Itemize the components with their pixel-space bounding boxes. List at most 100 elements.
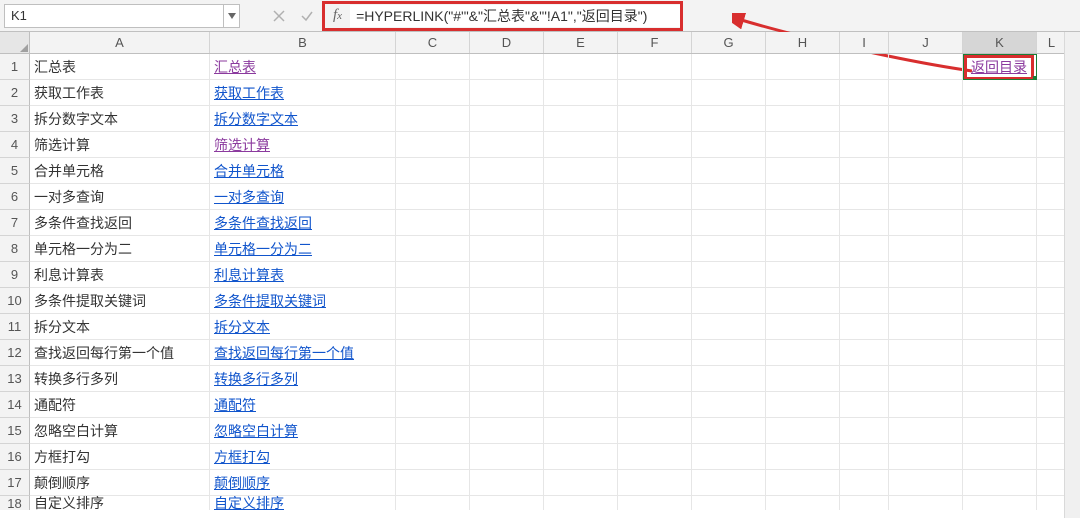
hyperlink[interactable]: 利息计算表 bbox=[214, 265, 284, 285]
cell-H6[interactable] bbox=[766, 184, 840, 210]
cell-G3[interactable] bbox=[692, 106, 766, 132]
cell-J10[interactable] bbox=[889, 288, 963, 314]
cell-C8[interactable] bbox=[396, 236, 470, 262]
cell-E15[interactable] bbox=[544, 418, 618, 444]
cell-I6[interactable] bbox=[840, 184, 889, 210]
cell-B13[interactable]: 转换多行多列 bbox=[210, 366, 396, 392]
cell-J2[interactable] bbox=[889, 80, 963, 106]
cell-D18[interactable] bbox=[470, 496, 544, 510]
cell-H1[interactable] bbox=[766, 54, 840, 80]
cell-I17[interactable] bbox=[840, 470, 889, 496]
cell-B18[interactable]: 自定义排序 bbox=[210, 496, 396, 510]
cell-K13[interactable] bbox=[963, 366, 1037, 392]
cell-C6[interactable] bbox=[396, 184, 470, 210]
cell-J15[interactable] bbox=[889, 418, 963, 444]
hyperlink[interactable]: 多条件查找返回 bbox=[214, 213, 312, 233]
formula-input[interactable] bbox=[350, 5, 680, 27]
hyperlink[interactable]: 单元格一分为二 bbox=[214, 239, 312, 259]
cell-J5[interactable] bbox=[889, 158, 963, 184]
column-header-A[interactable]: A bbox=[30, 32, 210, 53]
cell-D2[interactable] bbox=[470, 80, 544, 106]
hyperlink[interactable]: 颠倒顺序 bbox=[214, 473, 270, 493]
cell-D13[interactable] bbox=[470, 366, 544, 392]
column-header-I[interactable]: I bbox=[840, 32, 889, 53]
cell-D6[interactable] bbox=[470, 184, 544, 210]
cell-D10[interactable] bbox=[470, 288, 544, 314]
cell-B10[interactable]: 多条件提取关键词 bbox=[210, 288, 396, 314]
cell-A12[interactable]: 查找返回每行第一个值 bbox=[30, 340, 210, 366]
row-header-15[interactable]: 15 bbox=[0, 418, 30, 444]
cell-H11[interactable] bbox=[766, 314, 840, 340]
cell-B4[interactable]: 筛选计算 bbox=[210, 132, 396, 158]
cell-H7[interactable] bbox=[766, 210, 840, 236]
cell-F16[interactable] bbox=[618, 444, 692, 470]
cell-K11[interactable] bbox=[963, 314, 1037, 340]
cell-L1[interactable] bbox=[1037, 54, 1067, 80]
row-header-1[interactable]: 1 bbox=[0, 54, 30, 80]
cell-E8[interactable] bbox=[544, 236, 618, 262]
cell-B2[interactable]: 获取工作表 bbox=[210, 80, 396, 106]
cell-E5[interactable] bbox=[544, 158, 618, 184]
column-header-F[interactable]: F bbox=[618, 32, 692, 53]
row-header-12[interactable]: 12 bbox=[0, 340, 30, 366]
cell-C5[interactable] bbox=[396, 158, 470, 184]
cell-B11[interactable]: 拆分文本 bbox=[210, 314, 396, 340]
cell-I1[interactable] bbox=[840, 54, 889, 80]
cell-C10[interactable] bbox=[396, 288, 470, 314]
hyperlink[interactable]: 方框打勾 bbox=[214, 447, 270, 467]
cell-K12[interactable] bbox=[963, 340, 1037, 366]
cell-F18[interactable] bbox=[618, 496, 692, 510]
cell-G4[interactable] bbox=[692, 132, 766, 158]
row-header-18[interactable]: 18 bbox=[0, 496, 30, 510]
cell-A14[interactable]: 通配符 bbox=[30, 392, 210, 418]
cell-L9[interactable] bbox=[1037, 262, 1067, 288]
cell-H10[interactable] bbox=[766, 288, 840, 314]
row-header-13[interactable]: 13 bbox=[0, 366, 30, 392]
column-header-J[interactable]: J bbox=[889, 32, 963, 53]
hyperlink[interactable]: 通配符 bbox=[214, 395, 256, 415]
cell-J18[interactable] bbox=[889, 496, 963, 510]
cell-G6[interactable] bbox=[692, 184, 766, 210]
cell-C7[interactable] bbox=[396, 210, 470, 236]
hyperlink[interactable]: 一对多查询 bbox=[214, 187, 284, 207]
cell-I4[interactable] bbox=[840, 132, 889, 158]
hyperlink[interactable]: 获取工作表 bbox=[214, 83, 284, 103]
cell-G17[interactable] bbox=[692, 470, 766, 496]
cell-K4[interactable] bbox=[963, 132, 1037, 158]
cell-E7[interactable] bbox=[544, 210, 618, 236]
cell-K15[interactable] bbox=[963, 418, 1037, 444]
cell-F5[interactable] bbox=[618, 158, 692, 184]
column-header-G[interactable]: G bbox=[692, 32, 766, 53]
cell-B3[interactable]: 拆分数字文本 bbox=[210, 106, 396, 132]
cell-I11[interactable] bbox=[840, 314, 889, 340]
cell-I13[interactable] bbox=[840, 366, 889, 392]
cell-C1[interactable] bbox=[396, 54, 470, 80]
cell-B5[interactable]: 合并单元格 bbox=[210, 158, 396, 184]
cell-G12[interactable] bbox=[692, 340, 766, 366]
cell-K1[interactable]: 返回目录 bbox=[963, 54, 1037, 80]
cell-H17[interactable] bbox=[766, 470, 840, 496]
cell-L10[interactable] bbox=[1037, 288, 1067, 314]
cell-B15[interactable]: 忽略空白计算 bbox=[210, 418, 396, 444]
cell-K2[interactable] bbox=[963, 80, 1037, 106]
cell-D5[interactable] bbox=[470, 158, 544, 184]
cell-F7[interactable] bbox=[618, 210, 692, 236]
cell-G18[interactable] bbox=[692, 496, 766, 510]
cell-K6[interactable] bbox=[963, 184, 1037, 210]
cell-K8[interactable] bbox=[963, 236, 1037, 262]
cell-F8[interactable] bbox=[618, 236, 692, 262]
cell-F10[interactable] bbox=[618, 288, 692, 314]
cell-A18[interactable]: 自定义排序 bbox=[30, 496, 210, 510]
hyperlink[interactable]: 转换多行多列 bbox=[214, 369, 298, 389]
cell-C3[interactable] bbox=[396, 106, 470, 132]
cell-H2[interactable] bbox=[766, 80, 840, 106]
name-box[interactable]: K1 bbox=[4, 4, 224, 28]
cell-A16[interactable]: 方框打勾 bbox=[30, 444, 210, 470]
row-header-2[interactable]: 2 bbox=[0, 80, 30, 106]
cell-L12[interactable] bbox=[1037, 340, 1067, 366]
cell-I12[interactable] bbox=[840, 340, 889, 366]
cell-G1[interactable] bbox=[692, 54, 766, 80]
row-header-17[interactable]: 17 bbox=[0, 470, 30, 496]
cell-J14[interactable] bbox=[889, 392, 963, 418]
cell-D16[interactable] bbox=[470, 444, 544, 470]
